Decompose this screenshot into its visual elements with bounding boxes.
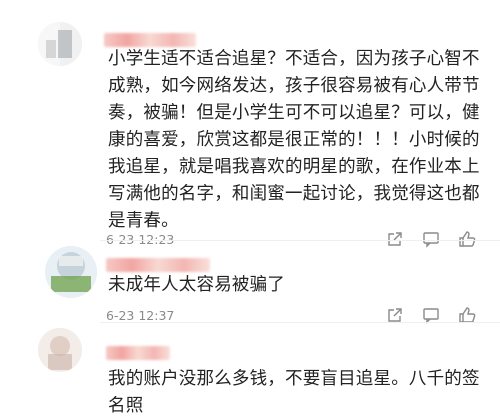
- avatar[interactable]: [38, 22, 82, 66]
- comment-text: 未成年人太容易被骗了: [108, 275, 285, 295]
- comment-icon[interactable]: [422, 230, 440, 248]
- divider: [100, 240, 500, 241]
- comment-timestamp: 6-23 12:37: [106, 308, 175, 323]
- username[interactable]: [106, 258, 210, 272]
- divider: [100, 322, 500, 323]
- comment-text: 小学生适不适合追星？不适合，因为孩子心智不成熟，如今网络发达，孩子很容易被有心人…: [108, 49, 480, 231]
- comment-text: 我的账户没那么多钱，不要盲目追星。八千的签名照: [108, 369, 480, 416]
- comment-actions: [386, 230, 476, 248]
- username[interactable]: [104, 33, 196, 47]
- avatar[interactable]: [38, 328, 82, 372]
- like-icon[interactable]: [458, 230, 476, 248]
- share-icon[interactable]: [386, 230, 404, 248]
- username[interactable]: [106, 346, 170, 360]
- avatar[interactable]: [45, 246, 97, 298]
